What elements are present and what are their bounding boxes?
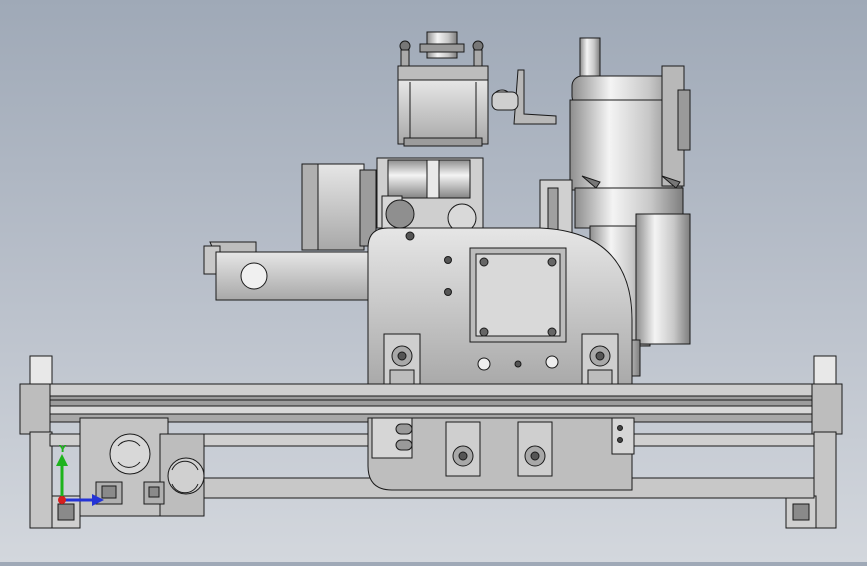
lower-carriage xyxy=(367,417,635,491)
top-stepper-motor xyxy=(397,31,489,147)
triad-y-arrow-icon xyxy=(56,454,68,466)
carriage-plate xyxy=(367,227,633,389)
angle-bracket xyxy=(491,69,557,125)
triad-y-label: Y xyxy=(58,444,67,455)
cad-graphics-viewport[interactable]: Y xyxy=(0,0,867,562)
triad-z-origin xyxy=(58,496,66,504)
x-rail-upper xyxy=(19,383,841,423)
cnc-assembly-model[interactable]: Y xyxy=(0,0,867,562)
